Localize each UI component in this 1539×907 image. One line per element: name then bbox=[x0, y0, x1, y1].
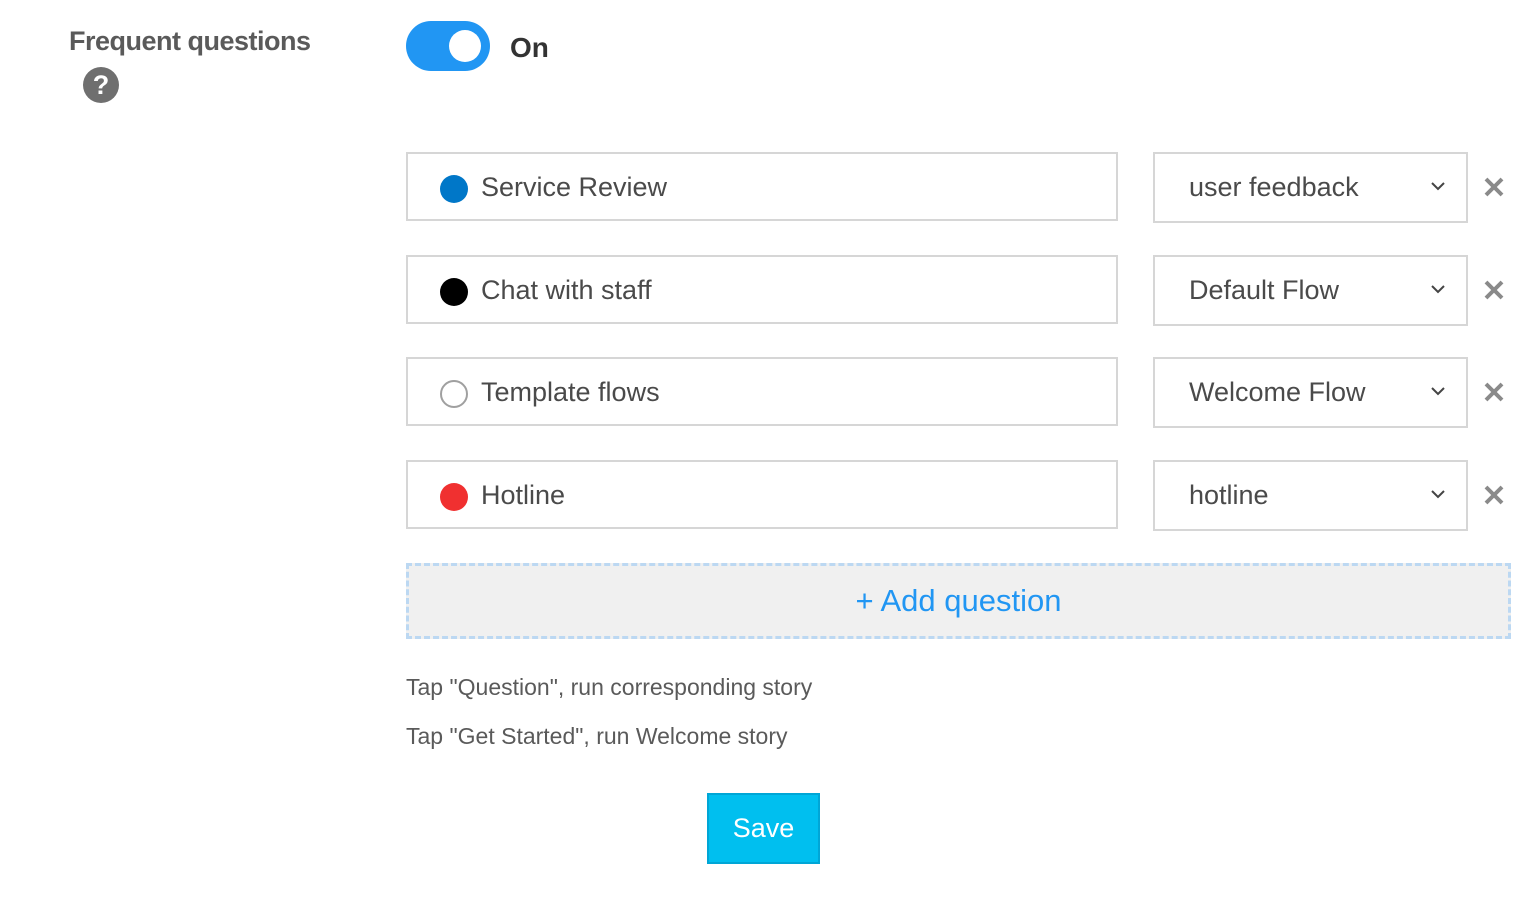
question-input[interactable]: Chat with staff bbox=[406, 255, 1118, 324]
color-dot-icon[interactable] bbox=[440, 278, 468, 306]
flow-select[interactable]: Default Flow bbox=[1153, 255, 1468, 326]
save-button[interactable]: Save bbox=[707, 793, 820, 864]
flow-select[interactable]: hotline bbox=[1153, 460, 1468, 531]
question-input[interactable]: Service Review bbox=[406, 152, 1118, 221]
frequent-questions-settings: Frequent questions ? On Service Review u… bbox=[0, 0, 1539, 907]
question-input[interactable]: Hotline bbox=[406, 460, 1118, 529]
frequent-questions-toggle[interactable] bbox=[406, 21, 490, 71]
question-label: Chat with staff bbox=[481, 275, 652, 305]
chevron-down-icon bbox=[1431, 387, 1445, 396]
color-dot-icon[interactable] bbox=[440, 380, 468, 408]
question-input[interactable]: Template flows bbox=[406, 357, 1118, 426]
close-x-icon[interactable] bbox=[1482, 175, 1506, 199]
color-dot-icon[interactable] bbox=[440, 483, 468, 511]
flow-select[interactable]: Welcome Flow bbox=[1153, 357, 1468, 428]
close-x-icon[interactable] bbox=[1482, 278, 1506, 302]
flow-select-value: Welcome Flow bbox=[1189, 377, 1366, 407]
close-x-icon[interactable] bbox=[1482, 380, 1506, 404]
chevron-down-icon bbox=[1431, 285, 1445, 294]
question-label: Service Review bbox=[481, 172, 668, 202]
close-x-icon[interactable] bbox=[1482, 483, 1506, 507]
toggle-knob bbox=[449, 30, 481, 62]
add-question-button[interactable]: + Add question bbox=[406, 563, 1511, 639]
flow-select-value: Default Flow bbox=[1189, 275, 1340, 305]
chevron-down-icon bbox=[1431, 182, 1445, 191]
question-circle-icon[interactable]: ? bbox=[83, 67, 119, 103]
color-dot-icon[interactable] bbox=[440, 175, 468, 203]
flow-select[interactable]: user feedback bbox=[1153, 152, 1468, 223]
toggle-state-label: On bbox=[510, 32, 549, 63]
section-label: Frequent questions bbox=[69, 26, 311, 56]
question-label: Hotline bbox=[481, 480, 566, 510]
flow-select-value: hotline bbox=[1189, 480, 1269, 510]
hint-text: Tap "Get Started", run Welcome story bbox=[406, 723, 788, 749]
hint-text: Tap "Question", run corresponding story bbox=[406, 674, 813, 700]
question-label: Template flows bbox=[481, 377, 660, 407]
flow-select-value: user feedback bbox=[1189, 172, 1359, 202]
chevron-down-icon bbox=[1431, 490, 1445, 499]
